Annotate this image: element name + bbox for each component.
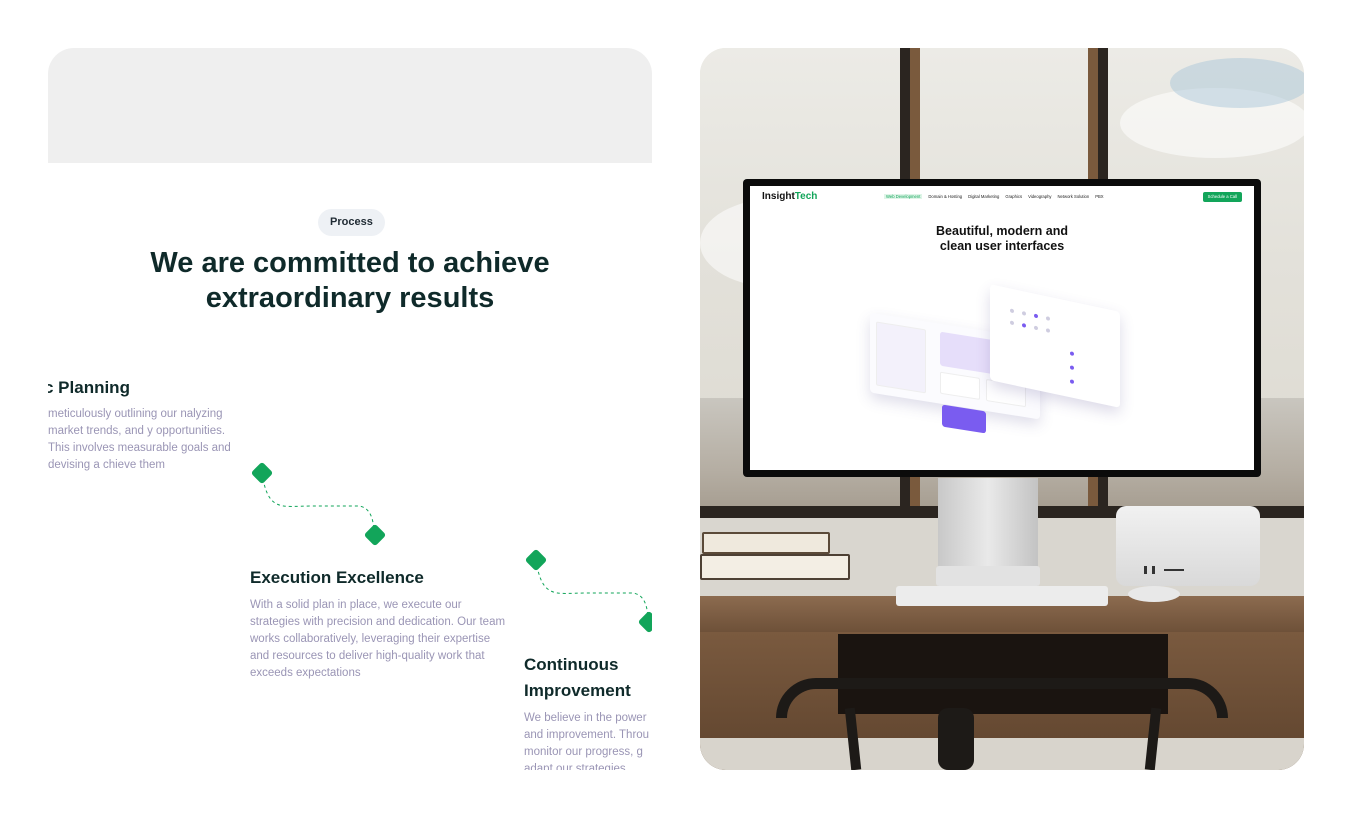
step-title-execution: Execution Excellence [250, 568, 424, 587]
chair-spine [938, 708, 974, 770]
dashed-connector [261, 472, 375, 536]
mockup-nav-link: Web Development [884, 194, 923, 199]
mockup-logo: InsightTech [762, 191, 818, 202]
step-title-planning: c Planning [48, 378, 130, 397]
mockup-nav-link: Graphics [1005, 194, 1023, 199]
mouse [1128, 586, 1180, 602]
section-heading: We are committed to achieve extraordinar… [150, 247, 550, 314]
dashed-connector [535, 559, 649, 623]
mockup-nav-link: PBX [1095, 194, 1104, 199]
step-desc-improvement: We believe in the power and improvement.… [524, 712, 650, 770]
process-card: Process We are committed to achieve extr… [48, 48, 652, 770]
monitor-stand-base [936, 566, 1040, 586]
step-desc-planning: meticulously outlining our nalyzing mark… [48, 408, 231, 471]
book [700, 554, 850, 580]
mockup-nav-link: Digital Marketing [968, 194, 1000, 199]
mockup-nav-links: Web Development Domain & Hosting Digital… [884, 194, 1104, 199]
step-desc-execution: With a solid plan in place, we execute o… [250, 599, 506, 679]
keyboard [896, 586, 1108, 606]
website-screen: InsightTech Web Development Domain & Hos… [750, 186, 1254, 470]
book [702, 532, 830, 554]
process-badge: Process [318, 209, 385, 236]
mockup-heading: Beautiful, modern and clean user interfa… [936, 224, 1068, 253]
desktop-computer [1116, 506, 1260, 586]
monitor: InsightTech Web Development Domain & Hos… [743, 179, 1261, 477]
workspace-photo: InsightTech Web Development Domain & Hos… [700, 48, 1304, 770]
mockup-navbar: InsightTech Web Development Domain & Hos… [750, 186, 1254, 210]
cloud-shape [1170, 58, 1304, 108]
mockup-nav-link: Videography [1028, 194, 1052, 199]
mockup-nav-link: Network Solution [1057, 194, 1090, 199]
step-title-improvement: Continuous Improvement [524, 655, 631, 700]
mockup-cta-button: Schedule a Call [1202, 192, 1242, 202]
floor [700, 738, 1304, 770]
mockup-nav-link: Domain & Hosting [928, 194, 963, 199]
top-image-placeholder [48, 48, 652, 163]
